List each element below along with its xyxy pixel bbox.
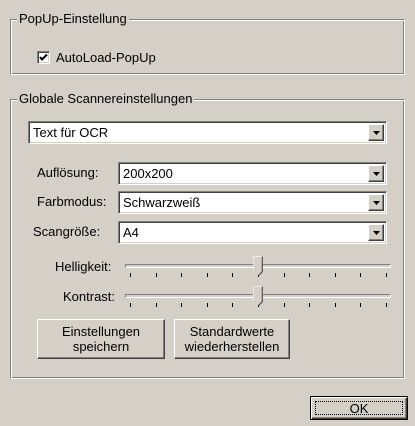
slider-tick <box>283 303 285 307</box>
brightness-label: Helligkeit: <box>55 259 112 274</box>
color-mode-value: Schwarzweiß <box>123 195 201 210</box>
color-mode-select[interactable]: Schwarzweiß <box>118 191 387 214</box>
save-settings-button-line2: speichern <box>72 339 130 354</box>
slider-tick <box>309 303 311 307</box>
resolution-dropdown-button[interactable] <box>368 165 384 182</box>
contrast-label: Kontrast: <box>63 289 116 304</box>
brightness-slider-thumb[interactable] <box>253 256 263 276</box>
global-scanner-settings-title: Globale Scannereinstellungen <box>17 91 195 107</box>
brightness-slider[interactable] <box>125 254 391 278</box>
autoload-popup-label: AutoLoad-PopUp <box>56 50 156 65</box>
slider-tick <box>360 303 362 307</box>
autoload-popup-checkbox[interactable] <box>37 51 50 64</box>
chevron-down-icon <box>372 130 380 135</box>
slider-tick <box>155 273 157 277</box>
slider-tick <box>181 303 183 307</box>
contrast-slider[interactable] <box>125 284 391 308</box>
chevron-down-icon <box>372 230 380 235</box>
resolution-select[interactable]: 200x200 <box>118 162 387 185</box>
slider-tick <box>232 303 234 307</box>
contrast-slider-thumb[interactable] <box>253 286 263 306</box>
chevron-down-icon <box>372 171 380 176</box>
chevron-down-icon <box>372 200 380 205</box>
popup-settings-group: PopUp-Einstellung AutoLoad-PopUp <box>10 11 405 75</box>
slider-tick <box>130 273 131 277</box>
checkmark-icon <box>39 53 48 61</box>
restore-defaults-button-line2: wiederherstellen <box>184 339 280 354</box>
scan-size-label: Scangröße: <box>33 224 101 239</box>
slider-tick <box>334 303 336 307</box>
color-mode-dropdown-button[interactable] <box>368 194 384 211</box>
scan-size-value: A4 <box>123 225 139 240</box>
save-settings-button[interactable]: Einstellungen speichern <box>37 319 165 359</box>
restore-defaults-button-line1: Standardwerte <box>189 324 275 339</box>
slider-tick <box>386 303 387 307</box>
slider-tick <box>386 273 387 277</box>
global-scanner-settings-group: Globale Scannereinstellungen Text für OC… <box>10 91 405 379</box>
resolution-label: Auflösung: <box>37 165 99 180</box>
save-settings-button-line1: Einstellungen <box>61 324 141 339</box>
ok-button[interactable]: OK <box>310 396 408 420</box>
restore-defaults-button[interactable]: Standardwerte wiederherstellen <box>174 319 290 359</box>
slider-tick <box>334 273 336 277</box>
scan-mode-dropdown-button[interactable] <box>368 124 384 141</box>
popup-settings-title: PopUp-Einstellung <box>17 11 129 27</box>
slider-tick <box>155 303 157 307</box>
slider-tick <box>130 303 131 307</box>
scan-mode-select[interactable]: Text für OCR <box>28 121 387 144</box>
autoload-popup-checkbox-row[interactable]: AutoLoad-PopUp <box>37 50 156 65</box>
slider-tick <box>206 273 208 277</box>
scan-size-dropdown-button[interactable] <box>368 224 384 241</box>
slider-tick <box>360 273 362 277</box>
scan-mode-value: Text für OCR <box>33 125 109 140</box>
ok-button-focus-rect <box>315 401 403 415</box>
color-mode-label: Farbmodus: <box>37 194 107 209</box>
slider-tick <box>206 303 208 307</box>
resolution-value: 200x200 <box>123 166 173 181</box>
slider-tick <box>309 273 311 277</box>
slider-tick <box>283 273 285 277</box>
slider-tick <box>181 273 183 277</box>
scan-size-select[interactable]: A4 <box>118 221 387 244</box>
slider-tick <box>232 273 234 277</box>
